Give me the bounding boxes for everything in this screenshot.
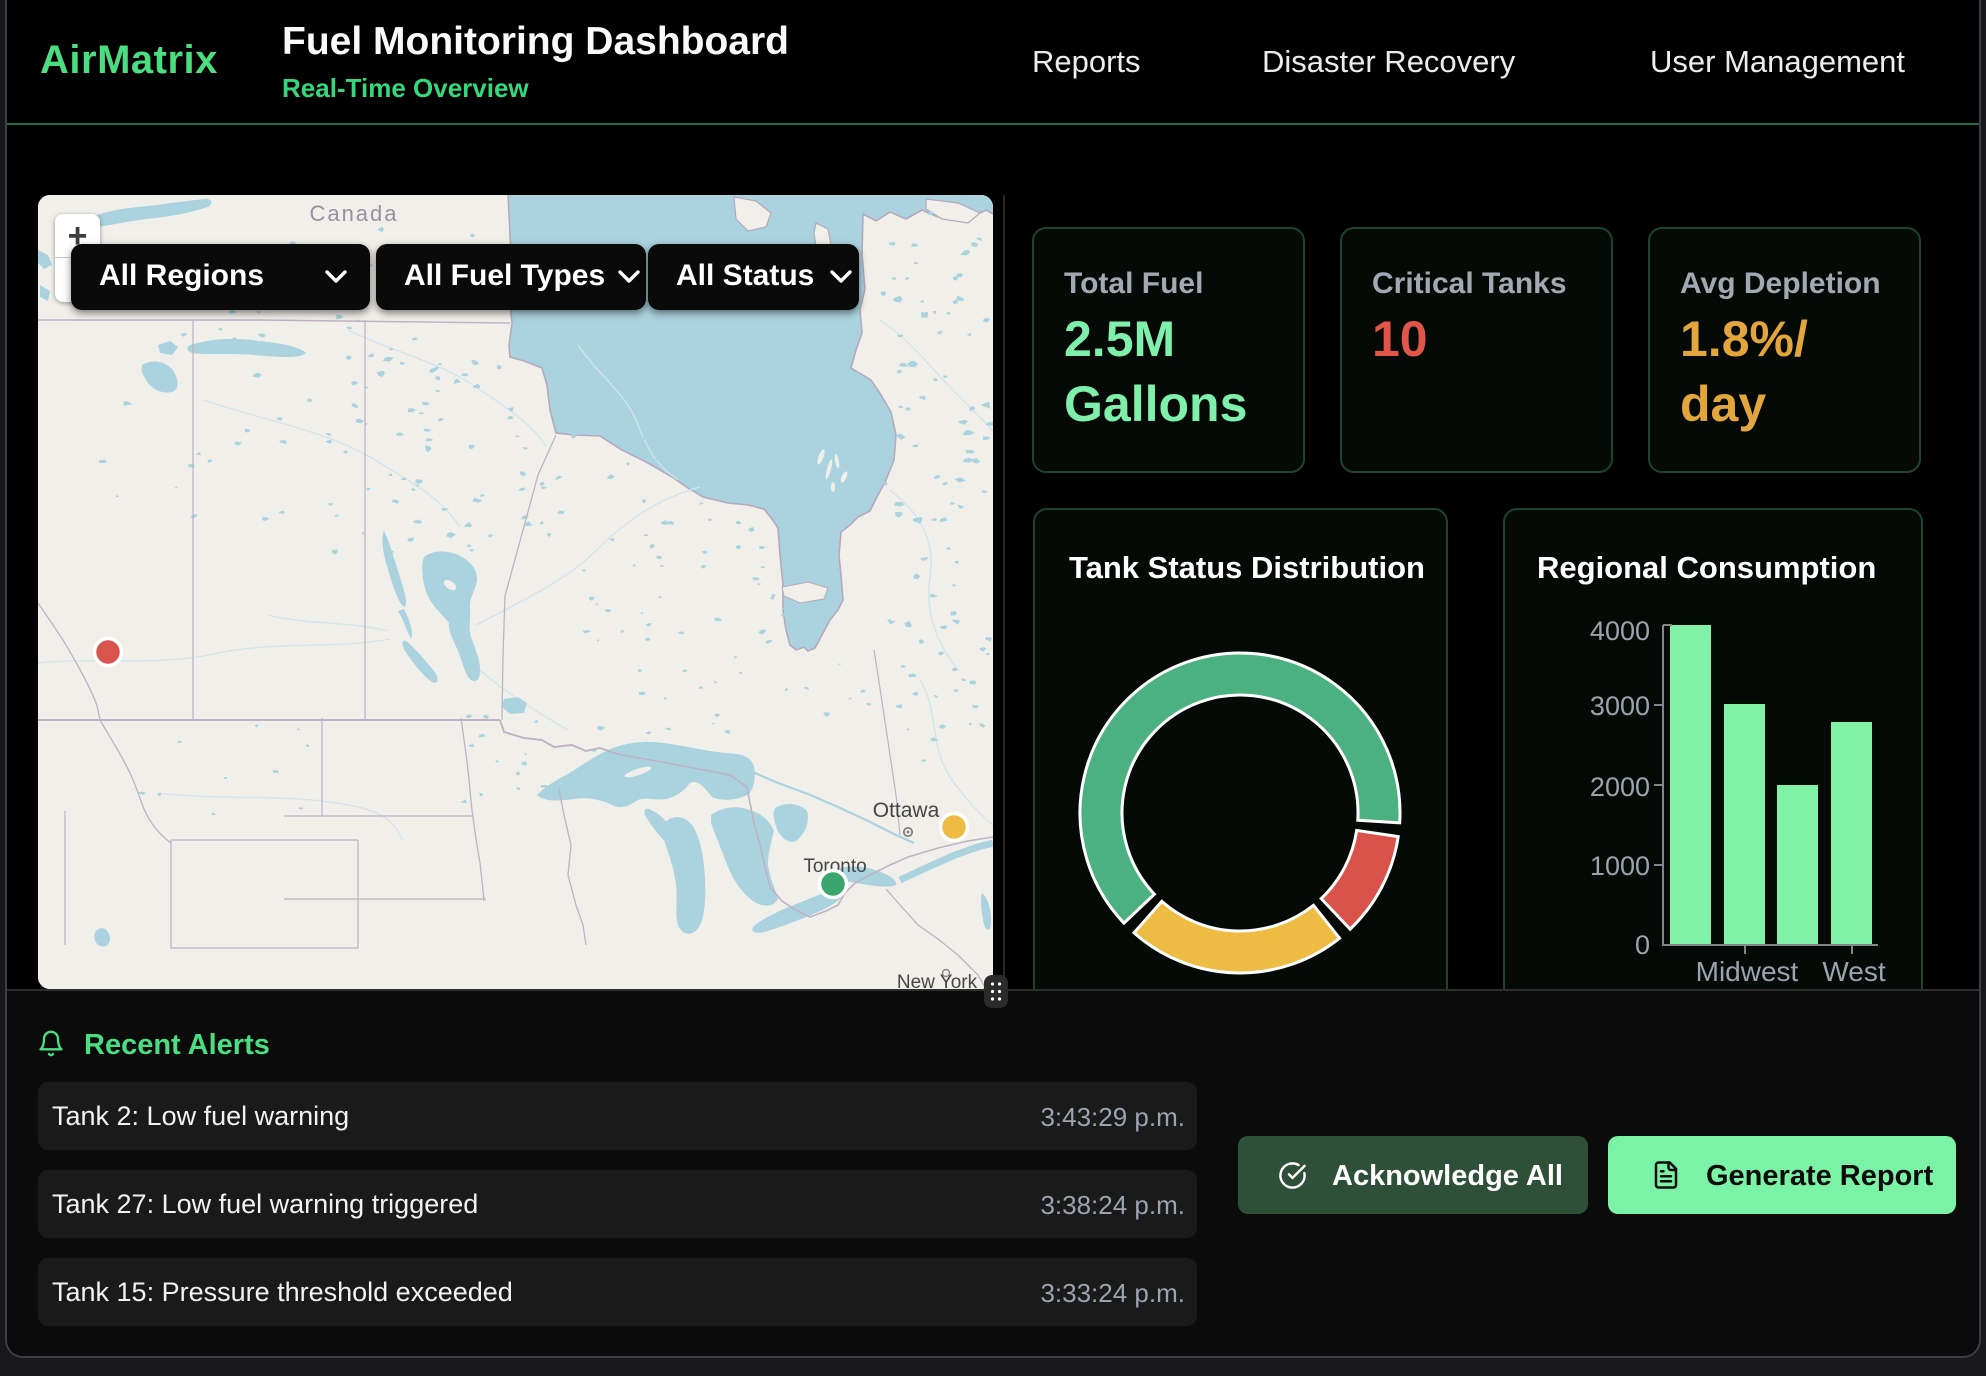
svg-text:Ottawa: Ottawa	[873, 799, 940, 822]
svg-text:Midwest: Midwest	[1696, 956, 1799, 987]
svg-text:West: West	[1822, 956, 1885, 987]
svg-text:New York: New York	[897, 972, 978, 989]
svg-text:Canada: Canada	[309, 201, 398, 226]
svg-text:3000: 3000	[1590, 691, 1650, 721]
svg-text:0: 0	[1635, 930, 1650, 960]
svg-text:2000: 2000	[1590, 772, 1650, 802]
svg-text:4000: 4000	[1590, 616, 1650, 646]
svg-text:1000: 1000	[1590, 851, 1650, 881]
